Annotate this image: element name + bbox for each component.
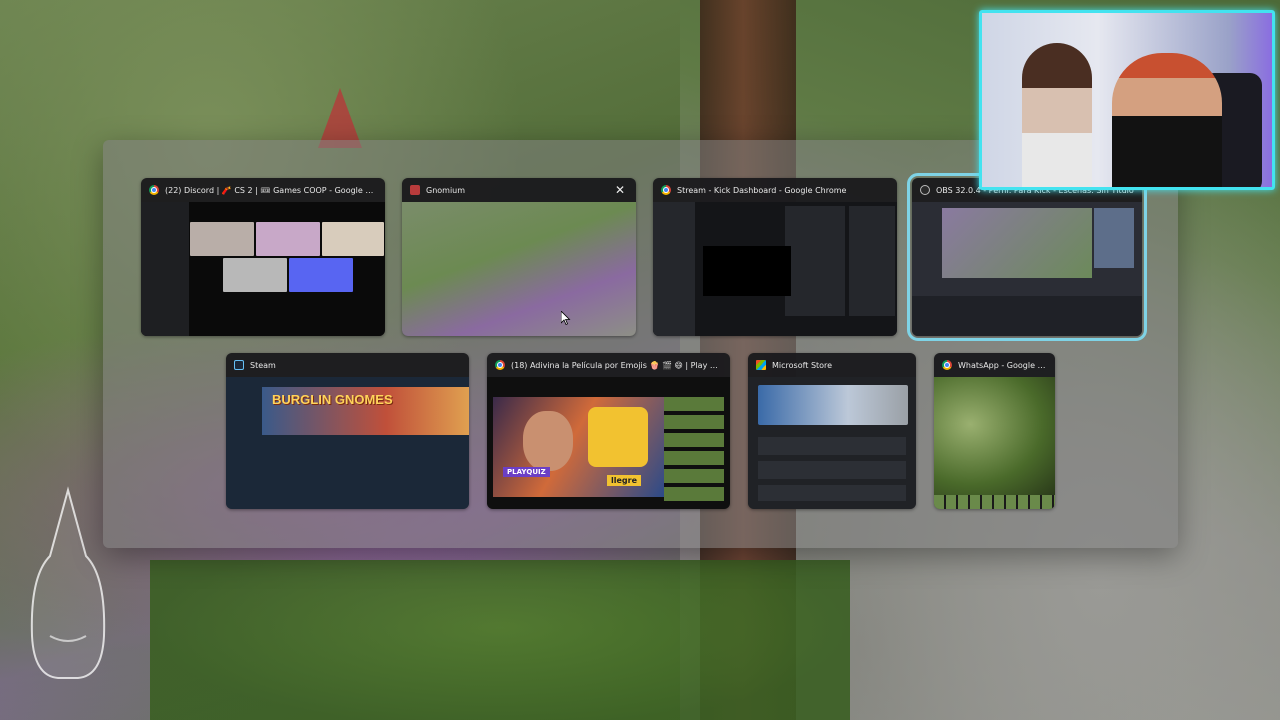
window-card-gnomium[interactable]: Gnomium ✕: [402, 178, 636, 336]
window-thumbnail: [402, 202, 636, 336]
mouse-cursor-icon: [561, 311, 571, 325]
kick-sidebar: [653, 202, 695, 336]
window-title: WhatsApp - Google Ch...: [958, 360, 1047, 370]
window-card-kick-dashboard[interactable]: Stream - Kick Dashboard - Google Chrome: [653, 178, 897, 336]
chrome-icon: [661, 185, 671, 195]
video-tile: [289, 258, 353, 292]
window-card-obs[interactable]: OBS 32.0.4 - Perfil: Para Kick - Escenas…: [907, 173, 1147, 341]
window-title: Steam: [250, 360, 276, 370]
obs-preview: [942, 208, 1092, 278]
shared-photo: [934, 377, 1055, 495]
microsoft-store-icon: [756, 360, 766, 370]
store-app-list: [758, 437, 906, 501]
quiz-graphic: [588, 407, 648, 467]
video-tile: [256, 222, 320, 256]
store-hero: [758, 385, 908, 425]
game-banner-title: BURGLIN GNOMES: [272, 392, 393, 407]
window-title: (18) Adivina la Película por Emojis 🍿 🎬 …: [511, 360, 722, 370]
window-titlebar: Microsoft Store: [748, 353, 916, 377]
window-titlebar: WhatsApp - Google Ch...: [934, 353, 1055, 377]
game-banner: BURGLIN GNOMES: [262, 387, 469, 435]
obs-camera-source: [1094, 208, 1134, 268]
window-card-playquiz[interactable]: (18) Adivina la Película por Emojis 🍿 🎬 …: [487, 353, 730, 509]
steam-icon: [234, 360, 244, 370]
window-card-discord[interactable]: (22) Discord | 🧨 CS 2 | 🎟 Games COOP - G…: [141, 178, 385, 336]
recommendations: [664, 397, 724, 503]
close-icon[interactable]: ✕: [612, 182, 628, 198]
kick-stream-preview: [703, 246, 791, 296]
window-thumbnail: [912, 202, 1142, 336]
chrome-icon: [942, 360, 952, 370]
window-title: Gnomium: [426, 185, 466, 195]
gnomium-icon: [410, 185, 420, 195]
webcam-overlay: [979, 10, 1275, 190]
video-tile: [322, 222, 384, 256]
window-card-microsoft-store[interactable]: Microsoft Store: [748, 353, 916, 509]
window-thumbnail: [653, 202, 897, 336]
channel-badge: PLAYQUIZ: [503, 467, 550, 477]
window-title: (22) Discord | 🧨 CS 2 | 🎟 Games COOP - G…: [165, 185, 377, 195]
window-titlebar: Steam: [226, 353, 469, 377]
window-thumbnail: PLAYQUIZ llegre: [487, 377, 730, 509]
obs-icon: [920, 185, 930, 195]
window-titlebar: (18) Adivina la Película por Emojis 🍿 🎬 …: [487, 353, 730, 377]
window-thumbnail: [934, 377, 1055, 509]
window-titlebar: Gnomium ✕: [402, 178, 636, 202]
discord-sidebar: [141, 202, 189, 336]
chrome-icon: [495, 360, 505, 370]
streamer-face: [523, 411, 573, 471]
gnome-outline-icon: [30, 486, 106, 679]
window-card-whatsapp[interactable]: WhatsApp - Google Ch...: [934, 353, 1055, 509]
person-right: [1112, 53, 1222, 187]
window-thumbnail: [141, 202, 385, 336]
obs-mixer: [912, 296, 1142, 336]
kick-panel: [849, 206, 895, 316]
window-titlebar: Stream - Kick Dashboard - Google Chrome: [653, 178, 897, 202]
video-caption: llegre: [607, 475, 642, 486]
person-left: [1022, 43, 1092, 187]
window-title: Stream - Kick Dashboard - Google Chrome: [677, 185, 847, 195]
window-card-steam[interactable]: Steam BURGLIN GNOMES: [226, 353, 469, 509]
grass-patch: [150, 560, 850, 720]
window-thumbnail: BURGLIN GNOMES: [226, 377, 469, 509]
video-tile: [190, 222, 254, 256]
chrome-icon: [149, 185, 159, 195]
photo-strip: [934, 495, 1055, 509]
window-title: Microsoft Store: [772, 360, 833, 370]
kick-panel: [785, 206, 845, 316]
window-titlebar: (22) Discord | 🧨 CS 2 | 🎟 Games COOP - G…: [141, 178, 385, 202]
video-tile: [223, 258, 287, 292]
window-thumbnail: [748, 377, 916, 509]
task-switcher: (22) Discord | 🧨 CS 2 | 🎟 Games COOP - G…: [103, 140, 1178, 548]
